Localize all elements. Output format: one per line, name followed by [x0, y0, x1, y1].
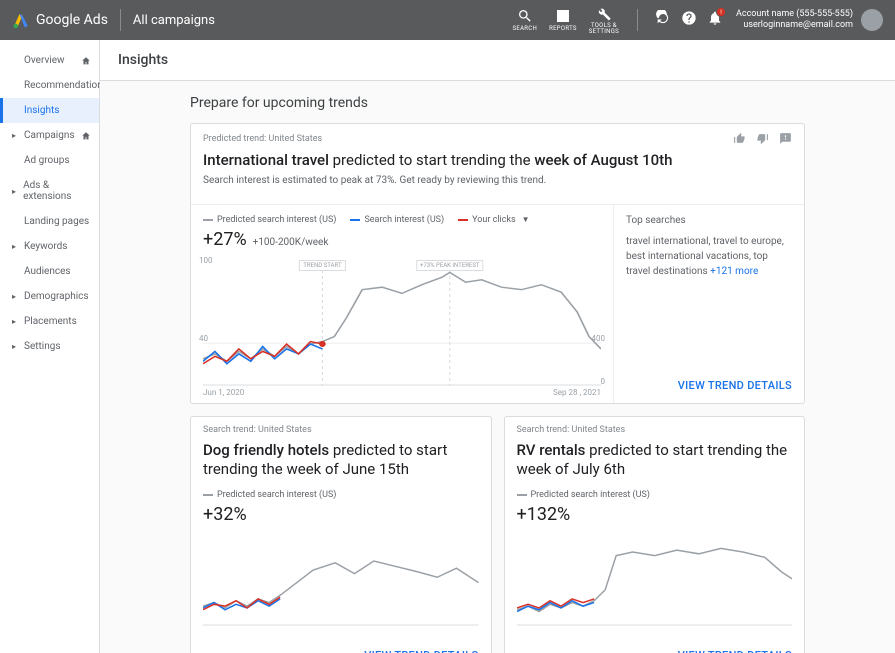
view-trend-details-button[interactable]: VIEW TREND DETAILS	[678, 649, 792, 653]
tools-settings-tool[interactable]: TOOLS & SETTINGS	[589, 6, 619, 35]
account-info[interactable]: Account name (555-555-555) userloginname…	[736, 9, 853, 31]
sidebar-item-campaigns[interactable]: ▸Campaigns	[0, 123, 99, 148]
trend-chart: 100 40 400 0 TREND START +73% PEAK INTER…	[203, 256, 601, 386]
view-trend-details-button[interactable]: VIEW TREND DETAILS	[364, 649, 478, 653]
trend-card-rv-rentals: Search trend: United States RV rentals p…	[504, 416, 806, 653]
more-searches-link[interactable]: +121 more	[710, 266, 758, 277]
reports-tool[interactable]: REPORTS	[549, 8, 577, 32]
sidebar-item-settings[interactable]: ▸Settings	[0, 334, 99, 359]
home-icon	[81, 131, 91, 141]
refresh-icon	[655, 10, 671, 26]
card-headline: International travel predicted to start …	[203, 151, 792, 171]
refresh-button[interactable]	[655, 10, 671, 30]
sidebar-item-placements[interactable]: ▸Placements	[0, 309, 99, 334]
main-content: Insights Prepare for upcoming trends Pre…	[100, 40, 895, 653]
sidebar-item-landing-pages[interactable]: Landing pages	[0, 209, 99, 234]
sidebar-item-demographics[interactable]: ▸Demographics	[0, 284, 99, 309]
reports-icon	[555, 8, 571, 24]
thumbs-down-icon[interactable]	[756, 132, 769, 145]
search-icon	[517, 8, 533, 24]
sidebar: OverviewRecommendationsInsights▸Campaign…	[0, 40, 100, 653]
metric-percent: +27%	[203, 229, 247, 250]
product-name: Google Ads	[36, 12, 108, 28]
sidebar-item-ads-extensions[interactable]: ▸Ads & extensions	[0, 173, 99, 209]
divider	[120, 9, 121, 31]
feedback-comment-icon[interactable]	[779, 132, 792, 145]
thumbs-up-icon[interactable]	[733, 132, 746, 145]
metric-volume: +100-200K/week	[253, 237, 329, 248]
trend-start-marker: TREND START	[299, 260, 345, 271]
home-icon	[81, 56, 91, 66]
trend-chart-small	[203, 531, 479, 626]
section-title: Prepare for upcoming trends	[190, 95, 805, 111]
trend-card-dog-friendly-hotels: Search trend: United States Dog friendly…	[190, 416, 492, 653]
sidebar-item-recommendations[interactable]: Recommendations	[0, 73, 99, 98]
product-logo[interactable]: Google Ads	[12, 11, 108, 29]
notifications-button[interactable]: !	[707, 10, 723, 30]
sidebar-item-keywords[interactable]: ▸Keywords	[0, 234, 99, 259]
help-button[interactable]	[681, 10, 697, 30]
card-headline: Dog friendly hotels predicted to start t…	[203, 441, 479, 480]
wrench-icon	[596, 6, 612, 22]
view-trend-details-button[interactable]: VIEW TREND DETAILS	[678, 379, 792, 392]
sidebar-item-audiences[interactable]: Audiences	[0, 259, 99, 284]
chart-legend: Predicted search interest (US) Search in…	[203, 215, 601, 225]
google-ads-logo-icon	[12, 11, 30, 29]
help-icon	[681, 10, 697, 26]
sidebar-item-overview[interactable]: Overview	[0, 48, 99, 73]
peak-interest-marker: +73% PEAK INTEREST	[416, 260, 483, 271]
scope-label[interactable]: All campaigns	[133, 13, 215, 28]
feedback-controls	[733, 132, 792, 145]
page-title: Insights	[100, 40, 895, 81]
your-clicks-dropdown[interactable]: Your clicks▼	[458, 215, 529, 225]
card-headline: RV rentals predicted to start trending t…	[517, 441, 793, 480]
sidebar-item-ad-groups[interactable]: Ad groups	[0, 148, 99, 173]
top-searches-list: travel international, travel to europe, …	[626, 234, 792, 279]
alert-badge: !	[716, 7, 726, 17]
card-meta-label: Predicted trend: United States	[203, 134, 322, 144]
trend-card-international-travel: Predicted trend: United States Internati…	[190, 123, 805, 404]
trend-chart-small	[517, 531, 793, 626]
search-tool[interactable]: SEARCH	[513, 8, 538, 32]
top-searches-heading: Top searches	[626, 215, 792, 226]
divider	[637, 9, 638, 31]
app-header: Google Ads All campaigns SEARCH REPORTS …	[0, 0, 895, 40]
sidebar-item-insights[interactable]: Insights	[0, 98, 99, 123]
card-subtext: Search interest is estimated to peak at …	[203, 175, 792, 186]
avatar[interactable]	[861, 9, 883, 31]
